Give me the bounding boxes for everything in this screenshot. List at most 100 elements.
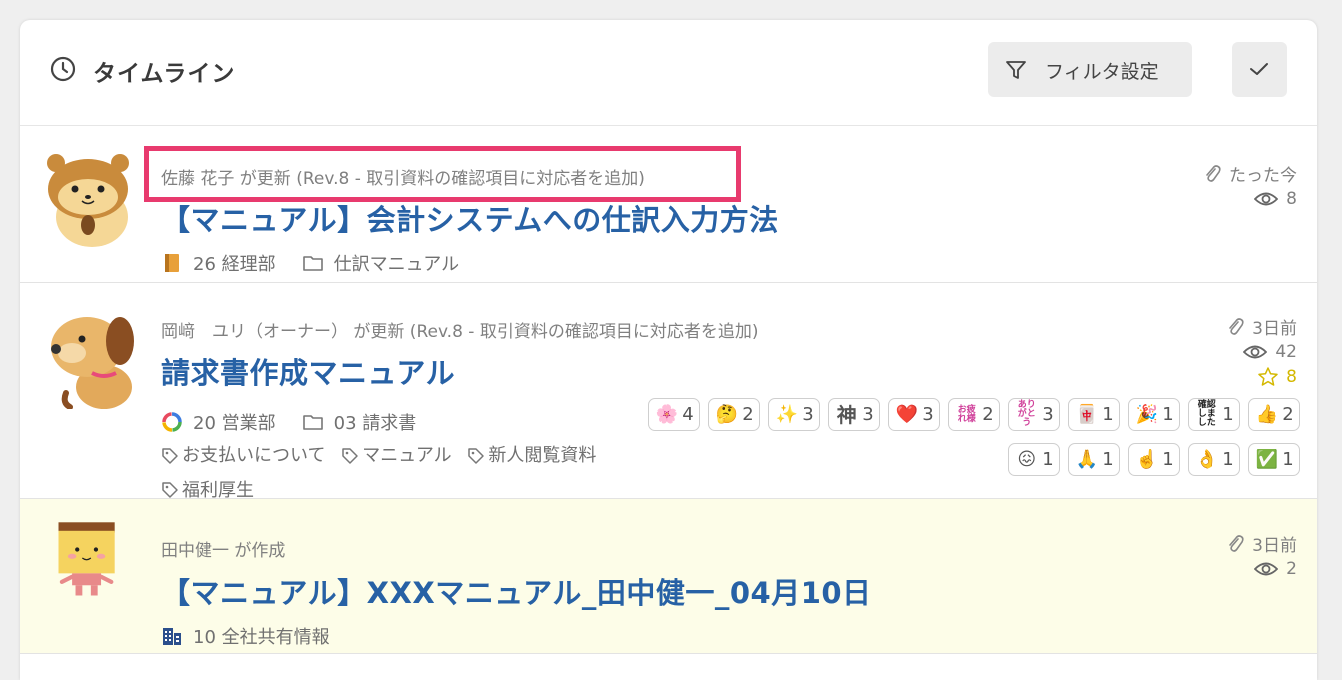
reaction-count: 1 [1222, 404, 1234, 425]
document-location: 26 経理部 仕訳マニュアル [161, 250, 459, 276]
item-stats: 3日前 42 8 [1226, 314, 1297, 389]
reaction-count: 2 [982, 404, 994, 425]
reaction-button[interactable]: ✅ 1 [1248, 443, 1300, 476]
dog-avatar [51, 317, 134, 409]
reaction-emoji-icon: ✅ [1255, 448, 1278, 470]
document-title-link[interactable]: 【マニュアル】会計システムへの仕訳入力方法 [161, 197, 779, 239]
reaction-count: 4 [682, 404, 694, 425]
view-count: 8 [1286, 188, 1297, 209]
hamster-avatar [47, 154, 129, 247]
reaction-emoji-icon: 👌 [1195, 448, 1218, 470]
reaction-button[interactable]: 🤔 2 [708, 398, 760, 431]
tag-chip[interactable]: マニュアル [341, 440, 452, 471]
tag-icon [162, 447, 178, 464]
view-count: 42 [1275, 341, 1297, 362]
reaction-button[interactable]: ☝️ 1 [1128, 443, 1180, 476]
tag-icon [468, 447, 485, 464]
folder-link[interactable]: 03 請求書 [334, 409, 417, 435]
item-stats: 3日前 2 [1226, 531, 1297, 581]
timeline-panel: タイムライン フィルタ設定 佐藤 花子 が更新 (Rev.8 - 取引資料の確認… [20, 20, 1317, 680]
reaction-count: 3 [1042, 404, 1054, 425]
reaction-emoji-icon: 確認しました [1197, 400, 1216, 428]
timestamp: 3日前 [1252, 536, 1297, 556]
reaction-bar: 😖 1 🙏 1 ☝️ 1 👌 1 ✅ 1 [1008, 443, 1300, 476]
view-count: 2 [1286, 558, 1297, 579]
timeline-header: タイムライン フィルタ設定 [20, 20, 1317, 126]
eye-icon [1254, 192, 1279, 205]
reaction-count: 1 [1282, 449, 1294, 470]
reaction-button[interactable]: 確認しました 1 [1188, 398, 1240, 431]
reaction-button[interactable]: 👌 1 [1188, 443, 1240, 476]
timestamp: たった今 [1229, 166, 1297, 186]
reaction-count: 3 [922, 404, 934, 425]
space-link[interactable]: 26 経理部 [193, 250, 276, 276]
activity-meta: 佐藤 花子 が更新 (Rev.8 - 取引資料の確認項目に対応者を追加) [161, 169, 645, 189]
space-link[interactable]: 10 全社共有情報 [193, 623, 330, 649]
timeline-item[interactable]: 佐藤 花子 が更新 (Rev.8 - 取引資料の確認項目に対応者を追加) 【マニ… [20, 127, 1317, 283]
timeline-item[interactable] [20, 654, 1317, 680]
activity-meta: 田中健一 が作成 [161, 541, 286, 561]
tag-icon [162, 482, 178, 498]
mark-all-read-button[interactable] [1232, 42, 1287, 97]
reaction-count: 1 [1042, 449, 1054, 470]
reaction-count: 1 [1162, 404, 1174, 425]
reaction-button[interactable]: 🀄 1 [1068, 398, 1120, 431]
reaction-button[interactable]: ❤️ 3 [888, 398, 940, 431]
check-icon [1250, 63, 1268, 75]
reaction-count: 1 [1162, 449, 1174, 470]
reaction-emoji-icon: ✨ [775, 403, 798, 425]
ring-logo-icon [162, 412, 182, 432]
activity-meta: 岡﨑 ユリ（オーナー） が更新 (Rev.8 - 取引資料の確認項目に対応者を追… [161, 322, 759, 342]
folder-link[interactable]: 仕訳マニュアル [334, 250, 459, 276]
folder-icon [302, 256, 323, 271]
document-title-link[interactable]: 請求書作成マニュアル [161, 350, 455, 392]
reaction-button[interactable]: ありがとう 3 [1008, 398, 1060, 431]
building-icon [163, 628, 181, 645]
tofu-avatar [58, 522, 115, 596]
reaction-button[interactable]: ✨ 3 [768, 398, 820, 431]
timeline-item[interactable]: 田中健一 が作成 【マニュアル】XXXマニュアル_田中健一_04月10日 10 … [20, 499, 1317, 654]
filter-settings-button[interactable]: フィルタ設定 [988, 42, 1192, 97]
eye-icon [1243, 345, 1268, 358]
document-location: 20 営業部 03 請求書 [161, 409, 416, 435]
reaction-emoji-icon: お疲れ様 [957, 404, 976, 424]
reaction-button[interactable]: 神3 [828, 398, 880, 431]
document-location: 10 全社共有情報 [161, 623, 330, 649]
reaction-emoji-icon: ありがとう [1017, 400, 1036, 428]
document-title-link[interactable]: 【マニュアル】XXXマニュアル_田中健一_04月10日 [161, 570, 872, 612]
reaction-emoji-icon: ☝️ [1135, 448, 1158, 470]
reaction-button[interactable]: お疲れ様 2 [948, 398, 1000, 431]
filter-settings-label: フィルタ設定 [1045, 61, 1159, 83]
reaction-button[interactable]: 👍 2 [1248, 398, 1300, 431]
reaction-emoji-icon: 🀄 [1075, 403, 1098, 425]
book-icon [165, 254, 179, 272]
reaction-emoji-icon: 👍 [1255, 403, 1278, 425]
page-title: タイムライン [93, 61, 236, 87]
attachment-icon [1206, 164, 1221, 182]
reaction-button[interactable]: 🌸 4 [648, 398, 700, 431]
tag-chip[interactable]: 新人閲覧資料 [467, 440, 596, 471]
folder-icon [302, 415, 323, 430]
reaction-emoji-icon: 🤔 [715, 403, 738, 425]
reaction-count: 1 [1222, 449, 1234, 470]
tag-chip[interactable]: お支払いについて [161, 440, 325, 471]
reaction-button[interactable]: 🙏 1 [1068, 443, 1120, 476]
reaction-button[interactable]: 🎉 1 [1128, 398, 1180, 431]
reaction-count: 2 [742, 404, 754, 425]
reaction-count: 1 [1102, 449, 1114, 470]
reaction-count: 3 [862, 404, 874, 425]
reaction-emoji-icon: ❤️ [895, 403, 918, 425]
eye-icon [1254, 562, 1279, 575]
reaction-emoji-icon: 🙏 [1075, 448, 1098, 470]
timeline-item[interactable]: 岡﨑 ユリ（オーナー） が更新 (Rev.8 - 取引資料の確認項目に対応者を追… [20, 283, 1317, 501]
reaction-emoji-icon: 🌸 [655, 403, 678, 425]
reaction-button[interactable]: 😖 1 [1008, 443, 1060, 476]
clock-icon [50, 56, 76, 82]
space-link[interactable]: 20 営業部 [193, 409, 276, 435]
item-stats: たった今 8 [1203, 161, 1297, 211]
reaction-bar: 🌸 4 🤔 2 ✨ 3 神 3 ❤️ 3 お疲れ様 2 ありがとう 3 🀄 1 🎉 1 確認しました 1 👍 2 [648, 398, 1300, 431]
star-count: 8 [1286, 366, 1297, 387]
reaction-emoji-icon: 🎉 [1135, 403, 1158, 425]
reaction-emoji-icon: 神 [836, 402, 857, 427]
star-icon [1258, 367, 1278, 386]
